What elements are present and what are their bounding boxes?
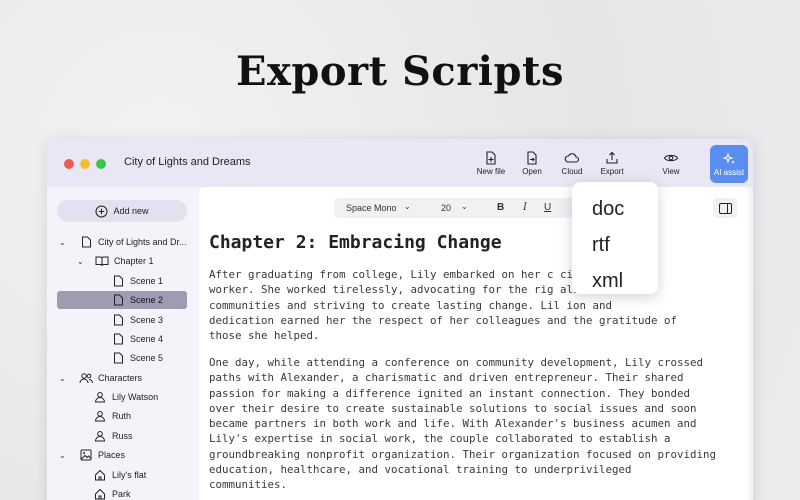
chevron-down-icon[interactable]: ⌄	[404, 202, 411, 211]
add-new-button[interactable]: Add new	[57, 200, 187, 222]
tree-item-characters[interactable]: ⌄ Characters	[59, 369, 189, 387]
tree-item-label: City of Lights and Dr...	[98, 237, 187, 247]
book-icon	[95, 254, 109, 268]
tree-item-lily-watson[interactable]: Lily Watson	[93, 388, 189, 406]
export-button[interactable]: Export	[592, 151, 632, 181]
tree-item-label: Park	[112, 489, 131, 499]
new-file-button[interactable]: New file	[471, 151, 511, 181]
cloud-label: Cloud	[561, 167, 583, 176]
tree-item-label: Russ	[112, 431, 133, 441]
tree-item-scene-4[interactable]: Scene 4	[111, 330, 189, 348]
chevron-down-icon[interactable]: ⌄	[77, 257, 89, 266]
page-headline: Export Scripts	[236, 48, 564, 95]
ai-assist-button[interactable]: AI assist	[710, 145, 748, 183]
tree-item-label: Scene 5	[130, 353, 164, 363]
sparkle-icon	[722, 152, 735, 164]
export-option-xml[interactable]: xml	[592, 270, 623, 293]
font-select[interactable]: Space Mono	[346, 203, 397, 213]
export-label: Export	[600, 167, 624, 176]
view-button[interactable]: View	[651, 151, 691, 181]
chevron-down-icon[interactable]: ⌄	[59, 238, 71, 247]
view-label: View	[662, 167, 680, 176]
page-icon	[111, 351, 125, 365]
person-icon	[93, 390, 107, 404]
export-icon	[606, 151, 618, 164]
format-toolbar: Space Mono ⌄ 20 ⌄ B I U	[334, 198, 574, 218]
page-icon	[111, 274, 125, 288]
ai-assist-label: AI assist	[713, 168, 745, 177]
tree-item-russ[interactable]: Russ	[93, 427, 189, 445]
tree-item-scene-5[interactable]: Scene 5	[111, 349, 189, 367]
tree-item-label: Lily's flat	[112, 470, 147, 480]
tree-item-park[interactable]: Park	[93, 485, 189, 500]
home-icon	[93, 468, 107, 482]
tree-item-lilys-flat[interactable]: Lily's flat	[93, 466, 189, 484]
bold-button[interactable]: B	[497, 202, 504, 213]
tree-item-label: Characters	[98, 373, 143, 383]
tree-item-chapter-1[interactable]: ⌄ Chapter 1	[77, 252, 189, 270]
minimize-window-button[interactable]	[80, 159, 90, 169]
people-icon	[79, 371, 93, 385]
sidebar-panel-icon	[718, 202, 732, 214]
sidebar: Add new ⌄ City of Lights and Dr... ⌄ Cha…	[47, 187, 195, 500]
image-icon	[79, 448, 93, 462]
title-bar: City of Lights and Dreams New file Open …	[47, 139, 753, 187]
tree-item-label: Scene 1	[130, 276, 164, 286]
export-option-doc[interactable]: doc	[592, 198, 624, 221]
chevron-down-icon[interactable]: ⌄	[59, 451, 71, 460]
tree-item-scene-1[interactable]: Scene 1	[111, 272, 189, 290]
italic-button[interactable]: I	[523, 202, 527, 213]
underline-button[interactable]: U	[544, 202, 551, 213]
font-size-select[interactable]: 20	[441, 203, 451, 213]
tree-item-label: Chapter 1	[114, 256, 154, 266]
tree-item-project[interactable]: ⌄ City of Lights and Dr...	[59, 233, 189, 251]
person-icon	[93, 429, 107, 443]
open-button[interactable]: Open	[512, 151, 552, 181]
tree-item-scene-2[interactable]: Scene 2	[57, 291, 187, 309]
tree-item-label: Scene 2	[130, 295, 164, 305]
export-option-rtf[interactable]: rtf	[592, 234, 610, 257]
tree-item-label: Ruth	[112, 411, 132, 421]
plus-circle-icon	[95, 205, 108, 217]
tree-item-label: Lily Watson	[112, 392, 159, 402]
tree-item-label: Scene 3	[130, 315, 164, 325]
tree-item-label: Scene 4	[130, 334, 164, 344]
new-file-label: New file	[476, 167, 506, 176]
chapter-title: Chapter 2: Embracing Change	[209, 232, 502, 253]
open-file-icon	[527, 151, 537, 165]
chevron-down-icon[interactable]: ⌄	[59, 374, 71, 383]
new-file-icon	[486, 151, 496, 165]
tree-item-label: Places	[98, 450, 126, 460]
page-icon	[111, 293, 125, 307]
home-icon	[93, 487, 107, 500]
cloud-button[interactable]: Cloud	[552, 151, 592, 181]
add-new-label: Add new	[113, 206, 149, 216]
export-format-menu: doc rtf xml	[572, 182, 658, 294]
zoom-window-button[interactable]	[96, 159, 106, 169]
close-window-button[interactable]	[64, 159, 74, 169]
paragraph: One day, while attending a conference on…	[209, 356, 717, 492]
window-title: City of Lights and Dreams	[124, 156, 251, 168]
page-icon	[111, 313, 125, 327]
page-icon	[111, 332, 125, 346]
tree-item-places[interactable]: ⌄ Places	[59, 446, 189, 464]
tree-item-ruth[interactable]: Ruth	[93, 407, 189, 425]
open-label: Open	[522, 167, 542, 176]
cloud-icon	[564, 153, 580, 163]
person-icon	[93, 409, 107, 423]
toggle-panel-button[interactable]	[713, 198, 737, 218]
chevron-down-icon[interactable]: ⌄	[461, 202, 468, 211]
eye-icon	[663, 154, 679, 162]
tree-item-scene-3[interactable]: Scene 3	[111, 311, 189, 329]
document-icon	[79, 235, 93, 249]
editor-pane[interactable]: Space Mono ⌄ 20 ⌄ B I U Chapter 2: Embra…	[199, 187, 749, 500]
